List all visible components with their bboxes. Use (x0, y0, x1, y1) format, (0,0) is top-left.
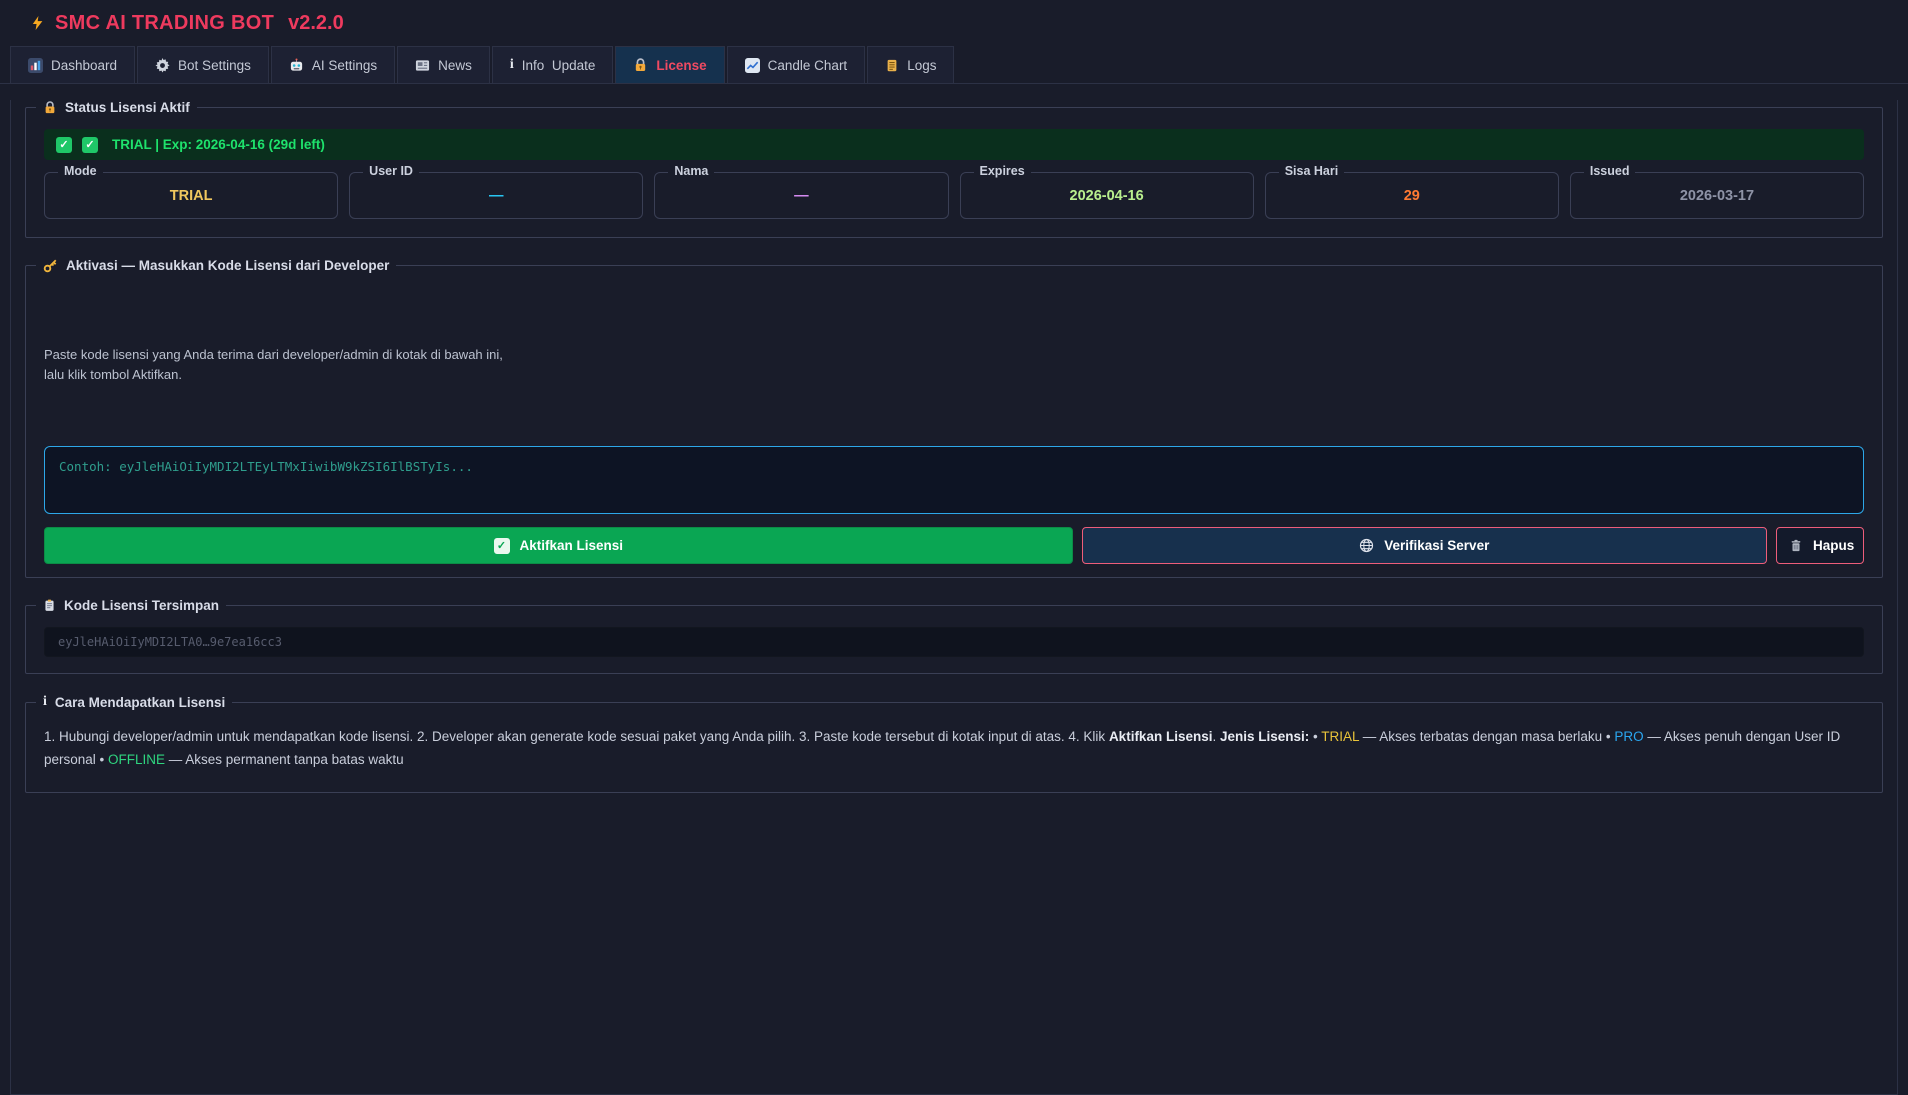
app-version: v2.2.0 (288, 12, 344, 35)
license-status-banner: ✓ ✓ TRIAL | Exp: 2026-04-16 (29d left) (44, 129, 1864, 160)
activation-buttons: ✓ Aktifkan Lisensi Verifikasi Server Hap… (44, 527, 1864, 564)
stat-label: Issued (1584, 164, 1636, 178)
license-code-input[interactable] (44, 446, 1864, 514)
stat-nama: Nama — (654, 172, 948, 219)
stat-expires: Expires 2026-04-16 (960, 172, 1254, 219)
license-tab-panel: Status Lisensi Aktif ✓ ✓ TRIAL | Exp: 20… (10, 100, 1898, 1095)
tab-label: License (656, 58, 706, 73)
tab-news[interactable]: News (397, 46, 490, 83)
key-icon (43, 258, 58, 273)
globe-icon (1359, 538, 1374, 553)
activate-license-button[interactable]: ✓ Aktifkan Lisensi (44, 527, 1073, 564)
trash-icon (1789, 538, 1803, 553)
stat-label: Mode (58, 164, 103, 178)
tab-ai-settings[interactable]: AI Settings (271, 46, 395, 83)
clipboard-icon (43, 598, 56, 613)
padlock-icon (43, 100, 57, 115)
how-to-legend: i Cara Mendapatkan Lisensi (36, 694, 232, 710)
app-header: SMC AI TRADING BOT v2.2.0 (0, 0, 1908, 46)
check-icon: ✓ (56, 137, 72, 153)
check-icon: ✓ (494, 538, 510, 554)
tab-label: Logs (907, 58, 936, 73)
tab-dashboard[interactable]: Dashboard (10, 46, 135, 83)
activation-legend: Aktivasi — Masukkan Kode Lisensi dari De… (36, 258, 396, 273)
stat-user-id: User ID — (349, 172, 643, 219)
section-title: Cara Mendapatkan Lisensi (55, 695, 225, 710)
status-license-legend: Status Lisensi Aktif (36, 100, 197, 115)
license-type-pro: PRO (1614, 729, 1643, 744)
section-title: Kode Lisensi Tersimpan (64, 598, 219, 613)
license-status-text: TRIAL | Exp: 2026-04-16 (29d left) (112, 137, 325, 152)
activation-description: Paste kode lisensi yang Anda terima dari… (44, 345, 1864, 384)
delete-license-button[interactable]: Hapus (1776, 527, 1864, 564)
stored-license-code-field[interactable] (44, 627, 1864, 657)
stat-label: Expires (974, 164, 1031, 178)
license-type-offline: OFFLINE (108, 752, 165, 767)
how-to-get-license-section: i Cara Mendapatkan Lisensi 1. Hubungi de… (25, 694, 1883, 793)
stat-label: Sisa Hari (1279, 164, 1345, 178)
stat-label: Nama (668, 164, 714, 178)
dashboard-icon (28, 58, 43, 73)
stat-label: User ID (363, 164, 419, 178)
tab-logs[interactable]: Logs (867, 46, 954, 83)
stat-issued: Issued 2026-03-17 (1570, 172, 1864, 219)
gear-icon (155, 58, 170, 73)
stat-value: 2026-03-17 (1680, 188, 1754, 204)
logs-icon (885, 58, 899, 73)
section-title: Status Lisensi Aktif (65, 100, 190, 115)
verify-server-button[interactable]: Verifikasi Server (1082, 527, 1767, 564)
app-title: SMC AI TRADING BOT (55, 12, 274, 35)
stat-value: — (794, 188, 809, 204)
activation-section: Aktivasi — Masukkan Kode Lisensi dari De… (25, 258, 1883, 578)
status-license-section: Status Lisensi Aktif ✓ ✓ TRIAL | Exp: 20… (25, 100, 1883, 238)
stored-license-legend: Kode Lisensi Tersimpan (36, 598, 226, 613)
robot-icon (289, 58, 304, 73)
stat-value: TRIAL (170, 188, 213, 204)
stat-mode: Mode TRIAL (44, 172, 338, 219)
tab-label: Dashboard (51, 58, 117, 73)
stat-sisa-hari: Sisa Hari 29 (1265, 172, 1559, 219)
stat-value: 2026-04-16 (1070, 188, 1144, 204)
section-title: Aktivasi — Masukkan Kode Lisensi dari De… (66, 258, 389, 273)
padlock-icon (633, 57, 648, 73)
candle-chart-icon (745, 58, 760, 73)
license-type-trial: TRIAL (1321, 729, 1359, 744)
tab-candle-chart[interactable]: Candle Chart (727, 46, 866, 83)
tab-info-update[interactable]: i Info Update (492, 46, 613, 83)
tab-label: Bot Settings (178, 58, 251, 73)
tab-label: AI Settings (312, 58, 377, 73)
how-to-text: 1. Hubungi developer/admin untuk mendapa… (44, 726, 1864, 772)
tab-bot-settings[interactable]: Bot Settings (137, 46, 269, 83)
tab-label: Info Update (522, 58, 596, 73)
license-stats-row: Mode TRIAL User ID — Nama — Expires 2026… (44, 172, 1864, 219)
newspaper-icon (415, 58, 430, 73)
tab-license[interactable]: License (615, 46, 724, 83)
lightning-icon (30, 13, 45, 33)
tab-label: News (438, 58, 472, 73)
tab-label: Candle Chart (768, 58, 848, 73)
stored-license-section: Kode Lisensi Tersimpan (25, 598, 1883, 674)
stat-value: — (489, 188, 504, 204)
tab-bar: Dashboard Bot Settings AI Settings News … (0, 46, 1908, 84)
check-icon: ✓ (82, 137, 98, 153)
stat-value: 29 (1404, 188, 1420, 204)
info-icon: i (43, 694, 47, 710)
info-icon: i (510, 57, 514, 73)
